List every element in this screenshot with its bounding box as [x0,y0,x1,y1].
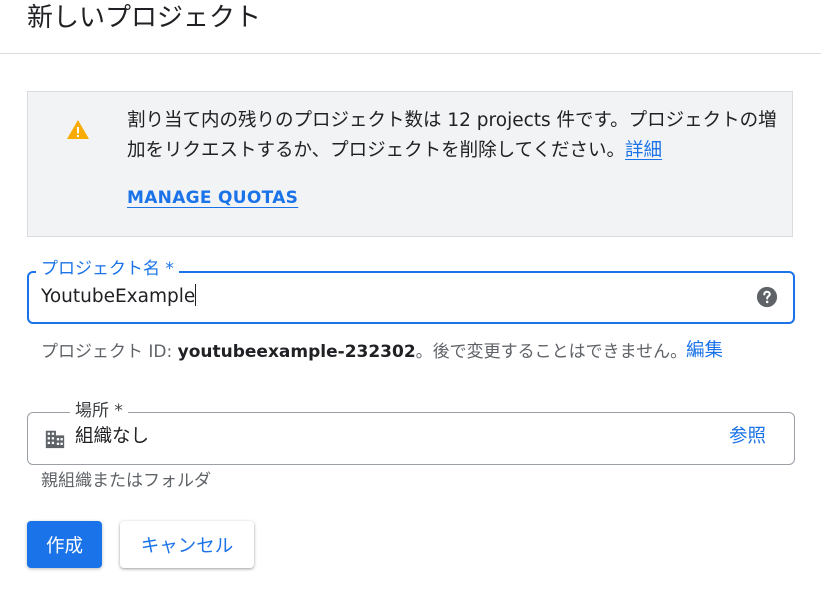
quota-alert: 割り当て内の残りのプロジェクト数は 12 projects 件です。プロジェクト… [27,91,793,237]
quota-message-text: 割り当て内の残りのプロジェクト数は 12 projects 件です。プロジェクト… [127,110,777,161]
location-value: 組織なし [75,426,150,447]
project-id-value: youtubeexample-232302 [177,342,416,362]
new-project-page: 新しいプロジェクト 割り当て内の残りのプロジェクト数は 12 projects … [0,0,821,589]
page-title: 新しいプロジェクト [27,3,262,33]
browse-location-link[interactable]: 参照 [729,424,766,450]
project-id-prefix: プロジェクト ID: [41,342,178,362]
cancel-button[interactable]: キャンセル [120,521,254,568]
learn-more-link[interactable]: 詳細 [625,140,662,161]
edit-project-id-link[interactable]: 編集 [686,338,723,364]
building-icon [45,430,65,449]
manage-quotas-link[interactable]: MANAGE QUOTAS [127,188,298,208]
project-name-value[interactable]: YoutubeExample [41,284,197,310]
project-name-text: YoutubeExample [41,286,196,307]
help-icon[interactable] [756,286,778,308]
location-hint: 親組織またはフォルダ [41,471,211,491]
warning-icon [67,120,89,139]
quota-message: 割り当て内の残りのプロジェクト数は 12 projects 件です。プロジェクト… [127,106,777,166]
project-name-label: プロジェクト名 * [36,258,179,280]
project-id-line: プロジェクト ID: youtubeexample-232302。後で変更するこ… [41,339,687,365]
project-id-suffix: 。後で変更することはできません。 [415,342,688,362]
text-caret [195,284,197,306]
create-button[interactable]: 作成 [27,521,102,568]
location-label: 場所 * [70,400,128,422]
header-divider [0,53,821,54]
